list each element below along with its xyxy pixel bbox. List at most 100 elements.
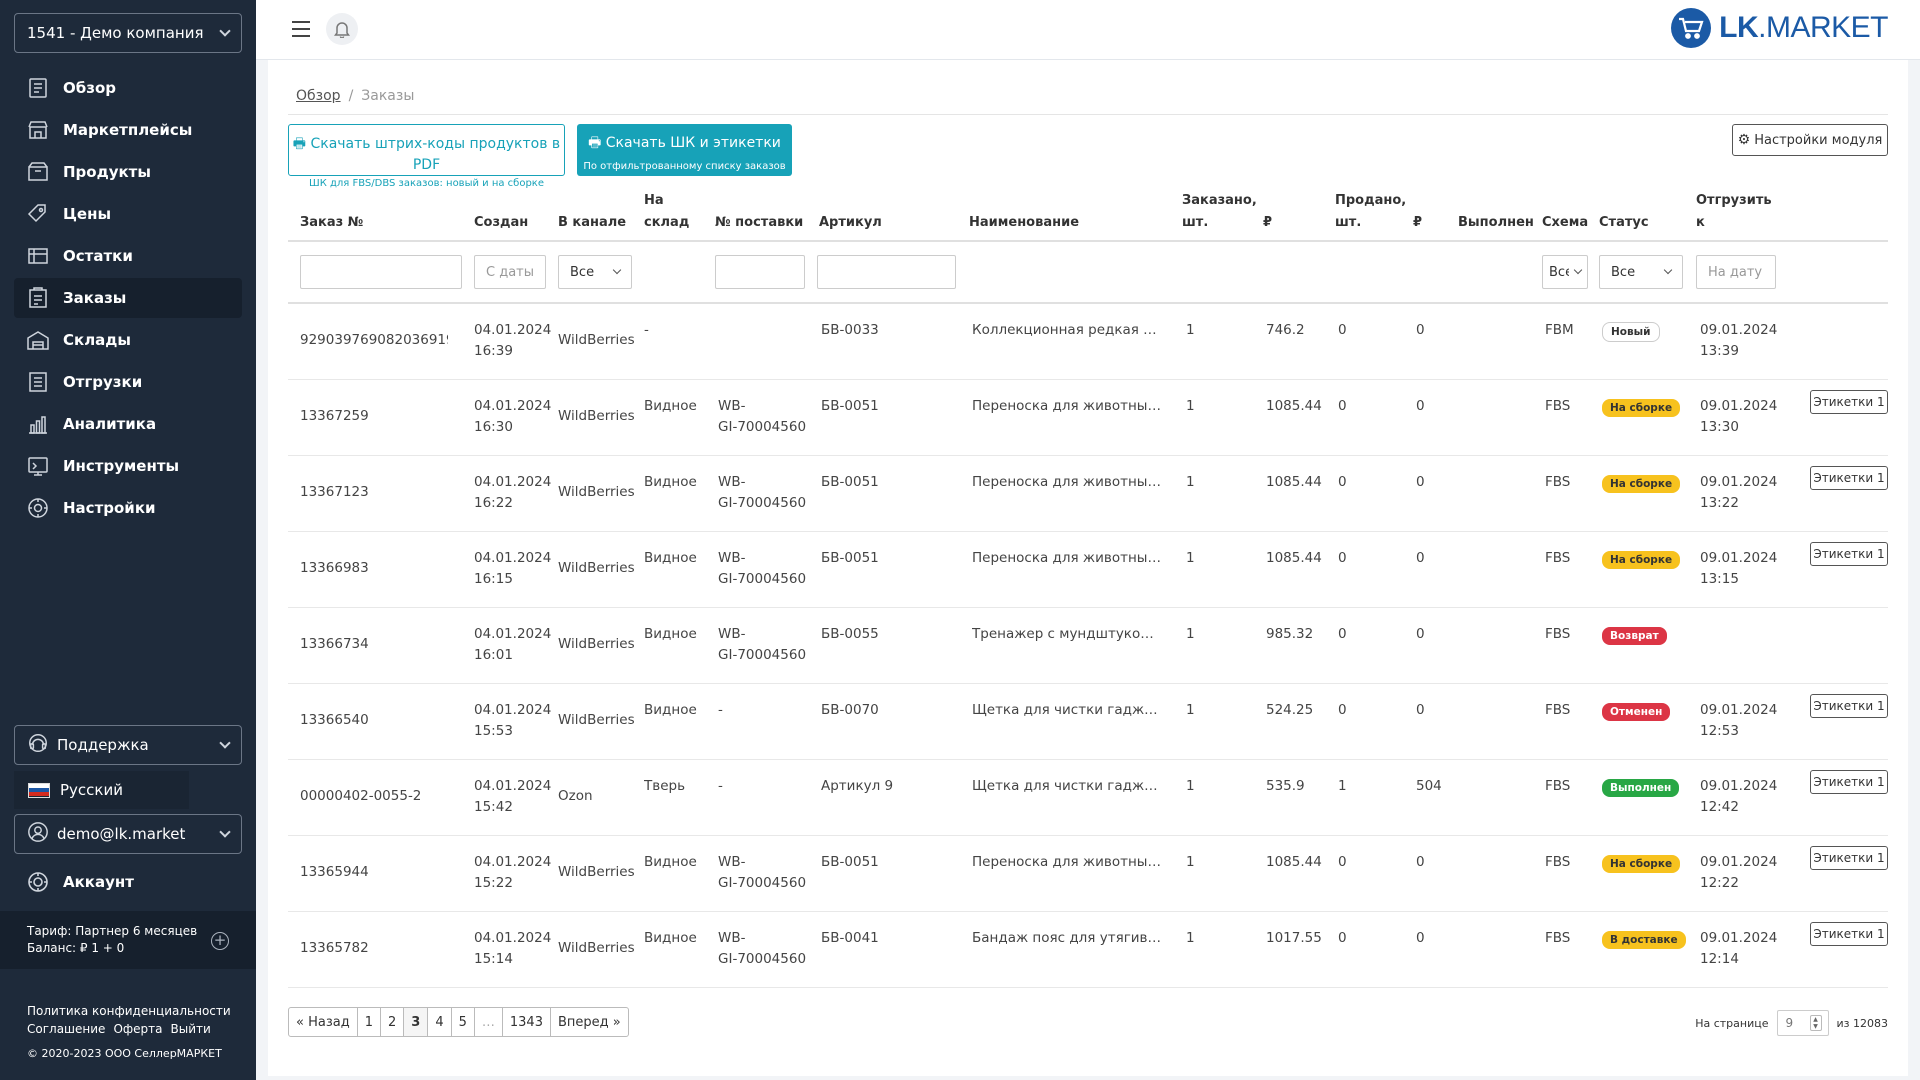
company-select[interactable]: 1541 - Демо компания [14, 13, 242, 53]
sku-filter-input[interactable] [817, 255, 956, 289]
sku: БВ-0051 [821, 474, 879, 490]
sidebar-item-marketplaces[interactable]: Маркетплейсы [14, 110, 242, 150]
col-warehouse[interactable]: На склад [644, 190, 689, 234]
order-number[interactable]: 13367259 [300, 406, 448, 427]
sidebar-item-account[interactable]: Аккаунт [14, 862, 242, 902]
bell-icon[interactable] [326, 13, 358, 45]
table-row[interactable]: 13366983 04.01.2024 16:15 WildBerries Видное… [288, 532, 1888, 608]
col-ship-by[interactable]: Отгрузить к [1696, 190, 1772, 234]
page-2-button[interactable]: 2 [381, 1008, 405, 1036]
labels-button[interactable]: Этикетки 1 [1810, 694, 1888, 718]
table-row[interactable]: 13366734 04.01.2024 16:01 WildBerries Видное… [288, 608, 1888, 684]
table-row[interactable]: 13365782 04.01.2024 15:14 WildBerries Видное… [288, 912, 1888, 988]
col-supply[interactable]: № поставки [715, 212, 803, 234]
sidebar-item-overview[interactable]: Обзор [14, 68, 242, 108]
page-3-button[interactable]: 3 [404, 1008, 429, 1036]
user-select[interactable]: demo@lk.market [14, 814, 242, 854]
sidebar-item-prices[interactable]: Цены [14, 194, 242, 234]
download-barcodes-pdf-button[interactable]: 🖶 Скачать штрих-коды продуктов в PDF ШК … [288, 124, 565, 189]
sidebar-item-analytics[interactable]: Аналитика [14, 404, 242, 444]
labels-button[interactable]: Этикетки 1 [1810, 922, 1888, 946]
order-number[interactable]: 9290397690820369191 [300, 330, 448, 351]
ordered-qty: 1 [1186, 778, 1195, 794]
sidebar-item-warehouses[interactable]: Склады [14, 320, 242, 360]
col-ordered[interactable]: Заказано, шт. [1182, 190, 1257, 234]
col-scheme[interactable]: Схема [1542, 212, 1588, 234]
per-page-input[interactable]: 9 ▲ ▼ [1776, 1010, 1829, 1036]
col-status[interactable]: Статус [1599, 212, 1649, 234]
prev-page-button[interactable]: « Назад [289, 1008, 358, 1036]
page-1-button[interactable]: 1 [358, 1008, 381, 1036]
order-number[interactable]: 13366540 [300, 710, 448, 731]
col-done[interactable]: Выполнен [1458, 212, 1534, 234]
col-sold[interactable]: Продано, шт. [1335, 190, 1406, 234]
col-sku[interactable]: Артикул [819, 212, 882, 234]
stepper-icon[interactable]: ▲ ▼ [1809, 1015, 1822, 1031]
sidebar-item-shipments[interactable]: Отгрузки [14, 362, 242, 402]
sold-qty: 0 [1338, 854, 1347, 870]
labels-button[interactable]: Этикетки 1 [1810, 770, 1888, 794]
col-channel[interactable]: В канале [558, 212, 626, 234]
ship-date-input[interactable]: На дату [1696, 255, 1776, 289]
agreement-link[interactable]: Соглашение [27, 1022, 105, 1036]
sidebar-item-tools[interactable]: Инструменты [14, 446, 242, 486]
scheme-filter-select[interactable]: Все [1542, 255, 1588, 289]
order-number[interactable]: 13367123 [300, 482, 448, 503]
offer-link[interactable]: Оферта [113, 1022, 162, 1036]
next-page-button[interactable]: Вперед » [551, 1008, 628, 1036]
breadcrumb-home[interactable]: Обзор [296, 88, 341, 104]
col-sold-rub[interactable]: ₽ [1413, 212, 1422, 234]
status-filter-select[interactable]: Все [1599, 255, 1683, 289]
supply-number: WB- GI-70004560 [718, 626, 807, 663]
col-created[interactable]: Создан [474, 212, 528, 234]
language-selector[interactable]: Русский [14, 771, 189, 809]
sidebar-item-stock[interactable]: Остатки [14, 236, 242, 276]
order-number[interactable]: 00000402-0055-2 [300, 786, 448, 807]
language-label: Русский [60, 781, 123, 799]
logo-text: LK.MARKET [1719, 11, 1888, 44]
col-order[interactable]: Заказ № [300, 212, 363, 234]
ship-by: 09.01.2024 13:39 [1700, 322, 1778, 359]
labels-button[interactable]: Этикетки 1 [1810, 846, 1888, 870]
labels-button[interactable]: Этикетки 1 [1810, 390, 1888, 414]
order-filter-input[interactable] [300, 255, 462, 289]
page-4-button[interactable]: 4 [428, 1008, 452, 1036]
total-count: из 12083 [1836, 1016, 1889, 1030]
privacy-link[interactable]: Политика конфиденциальности [27, 1004, 231, 1018]
product-name: Переноска для животных, сумка [972, 550, 1162, 566]
sidebar-item-products[interactable]: Продукты [14, 152, 242, 192]
order-number[interactable]: 13365782 [300, 938, 448, 959]
col-name[interactable]: Наименование [969, 212, 1079, 234]
page-5-button[interactable]: 5 [452, 1008, 475, 1036]
labels-button[interactable]: Этикетки 1 [1810, 542, 1888, 566]
module-settings-button[interactable]: ⚙ Настройки модуля [1732, 124, 1888, 156]
table-row[interactable]: 9290397690820369191 04.01.2024 16:39 WildBe… [288, 304, 1888, 380]
support-select[interactable]: Поддержка [14, 725, 242, 765]
sidebar-item-label: Склады [63, 331, 131, 349]
order-number[interactable]: 13366983 [300, 558, 448, 579]
order-number[interactable]: 13365944 [300, 862, 448, 883]
sidebar-item-orders[interactable]: Заказы [14, 278, 242, 318]
product-name: Тренажер с мундштуком и клапаном [972, 626, 1162, 642]
table-row[interactable]: 13366540 04.01.2024 15:53 WildBerries Видное… [288, 684, 1888, 760]
add-balance-icon[interactable]: + [211, 932, 229, 950]
labels-button[interactable]: Этикетки 1 [1810, 466, 1888, 490]
created-from-input[interactable]: С даты [474, 255, 546, 289]
order-number[interactable]: 13366734 [300, 634, 448, 655]
download-labels-button[interactable]: 🖶 Скачать ШК и этикетки По отфильтрованн… [577, 124, 792, 176]
menu-icon[interactable] [292, 21, 310, 37]
table-row[interactable]: 13365944 04.01.2024 15:22 WildBerries Видное… [288, 836, 1888, 912]
sold-rub: 0 [1416, 398, 1425, 414]
table-row[interactable]: 13367123 04.01.2024 16:22 WildBerries Видное… [288, 456, 1888, 532]
channel-filter-select[interactable]: Все [558, 255, 632, 289]
col-ordered-rub[interactable]: ₽ [1263, 212, 1272, 234]
logout-link[interactable]: Выйти [171, 1022, 211, 1036]
sku: БВ-0041 [821, 930, 879, 946]
sidebar-item-settings[interactable]: Настройки [14, 488, 242, 528]
sold-rub: 0 [1416, 930, 1425, 946]
table-row[interactable]: 13367259 04.01.2024 16:30 WildBerries Видное… [288, 380, 1888, 456]
logo[interactable]: LK.MARKET [1671, 8, 1888, 48]
page-1343-button[interactable]: 1343 [503, 1008, 551, 1036]
supply-filter-input[interactable] [715, 255, 805, 289]
table-row[interactable]: 00000402-0055-2 04.01.2024 15:42 Ozon Тверь -… [288, 760, 1888, 836]
